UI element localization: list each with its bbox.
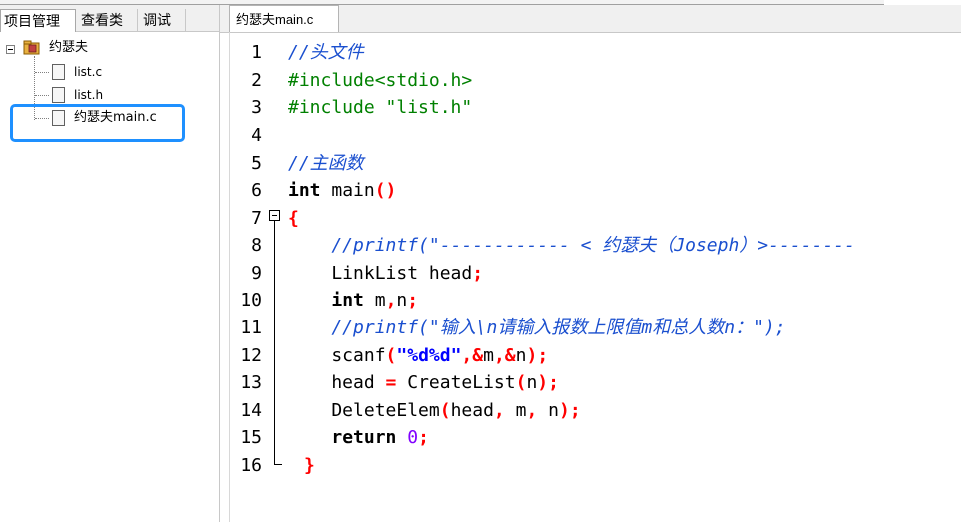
- operator: {: [288, 208, 299, 229]
- identifier: main: [320, 180, 375, 201]
- code-line-7: {: [288, 205, 299, 233]
- code-line-2: #include<stdio.h>: [288, 67, 472, 95]
- operator: ;: [418, 427, 429, 448]
- identifier: n: [526, 372, 538, 393]
- operator: }: [304, 455, 315, 476]
- operator: ,&: [493, 345, 516, 366]
- selection-highlight: [10, 104, 185, 142]
- identifier: DeleteElem: [288, 400, 440, 421]
- line-number: 15: [240, 427, 262, 448]
- preprocessor: #include "list.h": [288, 97, 473, 118]
- code-line-12: scanf("%d%d",&m,&n);: [288, 342, 548, 370]
- operator: (): [374, 180, 397, 201]
- operator: );: [558, 400, 581, 421]
- identifier: n: [396, 290, 408, 311]
- tree-connector: [35, 72, 49, 73]
- project-panel: [0, 5, 219, 522]
- comment: //主函数: [288, 153, 364, 174]
- identifier: CreateList: [396, 372, 516, 393]
- operator: (: [439, 400, 451, 421]
- panel-divider[interactable]: [219, 5, 220, 522]
- tab-main-c[interactable]: 约瑟夫main.c: [229, 5, 339, 32]
- fold-collapse-icon[interactable]: [269, 210, 280, 221]
- line-number: 16: [240, 455, 262, 476]
- operator: ,&: [461, 345, 484, 366]
- code-line-9: LinkList head;: [288, 260, 483, 288]
- line-number: 1: [251, 42, 262, 63]
- file-icon: [52, 87, 65, 103]
- comment: //printf("------------ < 约瑟夫（Joseph）>---…: [288, 235, 855, 256]
- identifier: scanf: [288, 345, 386, 366]
- tab-class-view[interactable]: 查看类: [78, 9, 138, 31]
- identifier: n: [537, 400, 559, 421]
- line-number: 6: [251, 180, 262, 201]
- tree-connector: [35, 95, 49, 96]
- keyword: int: [331, 290, 364, 311]
- operator: =: [385, 372, 397, 393]
- fold-guide-end: [274, 464, 282, 465]
- operator: );: [537, 372, 559, 393]
- window-top-right: [884, 0, 961, 4]
- code-line-15: return 0;: [288, 424, 429, 452]
- keyword: int: [288, 180, 321, 201]
- line-number: 4: [251, 125, 262, 146]
- identifier: LinkList head: [288, 263, 473, 284]
- project-folder-icon: [23, 40, 40, 55]
- keyword: return: [331, 427, 397, 448]
- code-line-16: }: [304, 452, 315, 480]
- code-editor[interactable]: //头文件 #include<stdio.h> #include "list.h…: [288, 33, 961, 522]
- tree-project-label[interactable]: 约瑟夫: [49, 38, 88, 58]
- operator: ,: [493, 400, 505, 421]
- line-number: 3: [251, 97, 262, 118]
- tree-file-list-h[interactable]: list.h: [74, 85, 103, 105]
- identifier: m: [363, 290, 386, 311]
- line-number: 11: [240, 317, 262, 338]
- operator: );: [526, 345, 549, 366]
- operator: ;: [472, 263, 484, 284]
- line-number: 13: [240, 372, 262, 393]
- operator: ;: [407, 290, 419, 311]
- code-line-8: //printf("------------ < 约瑟夫（Joseph）>---…: [288, 232, 855, 260]
- preprocessor: #include<stdio.h>: [288, 70, 473, 91]
- tab-debug[interactable]: 调试: [140, 9, 186, 31]
- line-number: 5: [251, 153, 262, 174]
- line-number: 8: [251, 235, 262, 256]
- operator: ,: [526, 400, 538, 421]
- number: 0: [407, 427, 419, 448]
- line-number: 9: [251, 263, 262, 284]
- tree-file-list-c[interactable]: list.c: [74, 62, 102, 82]
- string: "%d%d": [396, 345, 462, 366]
- project-panel-tabs: 项目管理 查看类 调试: [0, 5, 219, 32]
- identifier: head: [288, 372, 386, 393]
- code-line-14: DeleteElem(head, m, n);: [288, 397, 581, 425]
- code-line-1: //头文件: [288, 39, 364, 67]
- operator: ,: [385, 290, 397, 311]
- file-icon: [52, 64, 65, 80]
- line-number: 10: [240, 290, 262, 311]
- code-line-11: //printf("输入\n请输入报数上限值m和总人数n：");: [288, 314, 786, 342]
- identifier: n: [515, 345, 527, 366]
- operator: (: [385, 345, 397, 366]
- fold-guide: [274, 221, 275, 464]
- identifier: m: [504, 400, 527, 421]
- code-line-6: int main(): [288, 177, 396, 205]
- operator: (: [515, 372, 527, 393]
- identifier: m: [483, 345, 494, 366]
- comment: //头文件: [288, 42, 364, 63]
- code-line-3: #include "list.h": [288, 94, 472, 122]
- code-line-13: head = CreateList(n);: [288, 369, 559, 397]
- code-line-10: int m,n;: [288, 287, 418, 315]
- tab-project-manager[interactable]: 项目管理: [0, 9, 76, 32]
- line-number: 14: [240, 400, 262, 421]
- line-number: 7: [251, 208, 262, 229]
- code-line-5: //主函数: [288, 150, 364, 178]
- comment: //printf("输入\n请输入报数上限值m和总人数n：");: [288, 317, 786, 338]
- collapse-icon[interactable]: [6, 45, 15, 54]
- identifier: head: [450, 400, 494, 421]
- line-number: 2: [251, 70, 262, 91]
- line-number: 12: [240, 345, 262, 366]
